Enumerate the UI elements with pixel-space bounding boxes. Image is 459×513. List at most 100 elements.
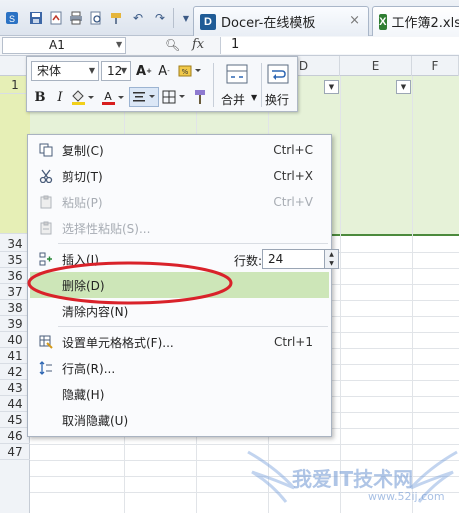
filter-dropdown-e[interactable]: ▼ [396, 80, 411, 94]
menu-item-label: 清除内容(N) [62, 304, 129, 319]
menu-separator [58, 243, 328, 244]
print-icon[interactable] [67, 9, 85, 27]
row-header[interactable]: 41 [0, 348, 30, 364]
menu-item-unhide[interactable]: 取消隐藏(U) [30, 407, 329, 433]
fill-color-icon[interactable] [69, 87, 97, 107]
row-height-icon [38, 360, 54, 376]
paste-special-icon [38, 220, 54, 236]
undo-icon[interactable]: ↶ [129, 9, 147, 27]
rows-count-label: 行数: [234, 254, 263, 268]
docer-icon: D [200, 13, 216, 30]
row-header[interactable]: 38 [0, 300, 30, 316]
menu-item-shortcut: Ctrl+X [273, 169, 313, 183]
italic-icon[interactable]: I [51, 87, 69, 107]
export-pdf-icon[interactable] [47, 9, 65, 27]
formula-bar: A1 ▼ 🔍︎ fx 1 [0, 36, 459, 56]
filter-dropdown-d[interactable]: ▼ [324, 80, 339, 94]
merge-button-label[interactable]: 合并 [221, 91, 245, 108]
menu-item-copy[interactable]: 复制(C) Ctrl+C [30, 137, 329, 163]
menu-item-clear-contents[interactable]: 清除内容(N) [30, 298, 329, 324]
align-center-icon[interactable] [129, 87, 159, 107]
svg-text:S: S [9, 14, 15, 24]
font-size-select[interactable]: 12 ▼ [101, 61, 131, 81]
row-header[interactable]: 46 [0, 428, 30, 444]
toolbar-separator [173, 8, 174, 28]
row-header[interactable]: 36 [0, 268, 30, 284]
font-color-icon[interactable]: A [99, 87, 127, 107]
tab-workbook-2[interactable]: X 工作簿2.xls [372, 6, 459, 36]
menu-item-hide[interactable]: 隐藏(H) [30, 381, 329, 407]
menu-item-format-cells[interactable]: 设置单元格格式(F)... Ctrl+1 [30, 329, 329, 355]
bold-icon[interactable]: B [31, 87, 49, 107]
insert-rows-icon [38, 251, 54, 267]
increase-font-size-icon[interactable]: A + [135, 61, 153, 81]
svg-text:%: % [182, 68, 189, 76]
menu-item-label: 插入(I) [62, 252, 99, 267]
format-painter-qa-icon[interactable] [107, 9, 125, 27]
menu-item-label: 取消隐藏(U) [62, 413, 129, 428]
toolbar-separator [213, 63, 214, 107]
row-header[interactable]: 34 [0, 236, 30, 252]
menu-item-label: 设置单元格格式(F)... [62, 335, 174, 350]
redo-icon[interactable]: ↷ [151, 9, 169, 27]
format-painter-icon[interactable] [191, 87, 209, 107]
font-name-select[interactable]: 宋体 ▼ [31, 61, 99, 81]
row-header-column: 1 34 35 36 37 38 39 40 41 42 43 44 45 46… [0, 76, 30, 513]
spin-down-icon[interactable]: ▼ [324, 259, 338, 268]
menu-item-label: 复制(C) [62, 143, 104, 158]
column-header-e[interactable]: E [340, 56, 412, 76]
insert-function-button[interactable]: fx [192, 37, 204, 52]
menu-item-shortcut: Ctrl+1 [273, 335, 313, 349]
row-header[interactable]: 45 [0, 412, 30, 428]
copy-icon [38, 142, 54, 158]
menu-separator [58, 326, 328, 327]
app-logo-icon[interactable]: S [3, 9, 21, 27]
menu-item-label: 隐藏(H) [62, 387, 105, 402]
row-header[interactable]: 42 [0, 364, 30, 380]
menu-item-label: 行高(R)... [62, 361, 116, 376]
row-header[interactable]: 47 [0, 444, 30, 460]
menu-item-row-height[interactable]: 行高(R)... [30, 355, 329, 381]
row-header[interactable]: 44 [0, 396, 30, 412]
spreadsheet-icon: X [379, 13, 387, 30]
borders-icon[interactable] [161, 87, 189, 107]
mini-format-toolbar: 宋体 ▼ 12 ▼ A + A- % B I A 合并 ▼ 换行 [26, 56, 298, 112]
row-header-selected-block[interactable] [0, 94, 30, 234]
formula-input[interactable]: 1 [220, 37, 459, 54]
close-icon[interactable]: × [349, 13, 360, 28]
menu-item-shortcut: Ctrl+C [273, 143, 313, 157]
merge-cells-icon[interactable] [226, 63, 248, 85]
title-bar: S ↶ ↷ ▼ D Docer-在线模板 × X 工作簿2.xls [0, 0, 459, 36]
menu-item-shortcut: Ctrl+V [273, 195, 313, 209]
tab-docer-templates[interactable]: D Docer-在线模板 × [193, 6, 369, 36]
column-header-f[interactable]: F [412, 56, 459, 76]
font-name-value: 宋体 [37, 64, 62, 78]
watermark-url: www.52ij.com [368, 490, 445, 503]
menu-item-delete[interactable]: 删除(D) [30, 272, 329, 298]
spin-up-icon[interactable]: ▲ [324, 250, 338, 259]
print-preview-icon[interactable] [87, 9, 105, 27]
menu-item-paste[interactable]: 粘贴(P) Ctrl+V [30, 189, 329, 215]
row-header[interactable]: 37 [0, 284, 30, 300]
row-header[interactable]: 39 [0, 316, 30, 332]
row-header[interactable]: 43 [0, 380, 30, 396]
chevron-down-icon[interactable]: ▼ [251, 93, 257, 102]
menu-item-cut[interactable]: 剪切(T) Ctrl+X [30, 163, 329, 189]
menu-item-label: 选择性粘贴(S)... [62, 221, 151, 236]
scissors-icon [38, 168, 54, 184]
zoom-search-icon[interactable]: 🔍︎ [165, 38, 180, 52]
wrap-text-icon[interactable] [267, 63, 289, 85]
tab-title: Docer-在线模板 [221, 16, 316, 31]
menu-item-label: 粘贴(P) [62, 195, 103, 210]
row-header[interactable]: 35 [0, 252, 30, 268]
chevron-down-icon[interactable]: ▼ [116, 40, 122, 49]
menu-item-paste-special[interactable]: 选择性粘贴(S)... [30, 215, 329, 241]
save-icon[interactable] [27, 9, 45, 27]
row-header[interactable]: 40 [0, 332, 30, 348]
tab-title: 工作簿2.xls [391, 16, 459, 31]
decrease-font-size-icon[interactable]: A- [155, 61, 173, 81]
paste-icon [38, 194, 54, 210]
number-format-icon[interactable]: % [175, 61, 205, 81]
name-box[interactable]: A1 [2, 37, 126, 54]
wrap-button-label[interactable]: 换行 [265, 91, 289, 108]
